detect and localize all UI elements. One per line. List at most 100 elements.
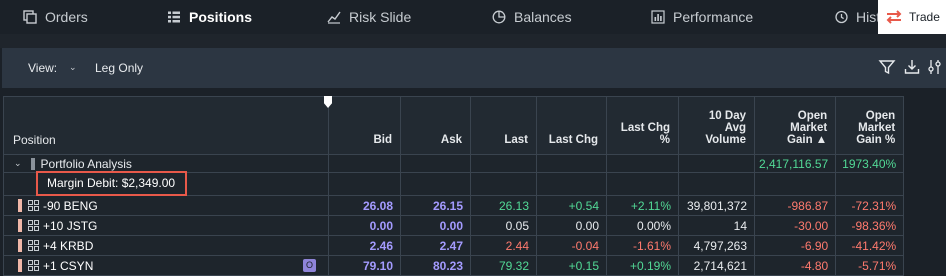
table-row[interactable]: +1 CSYN O 79.10 80.23 79.32 +0.15 +0.19% …	[3, 255, 905, 276]
tab-performance[interactable]: Performance	[651, 0, 753, 34]
tab-balances[interactable]: Balances	[492, 0, 572, 34]
column-settings-icon[interactable]	[927, 58, 943, 76]
view-dropdown-chevron-icon[interactable]: ⌄	[69, 62, 77, 73]
open-gain-pct-cell: -5.71%	[835, 255, 905, 276]
col-header-open-gain-pct[interactable]: Open Market Gain %	[835, 96, 905, 155]
export-download-icon[interactable]	[903, 58, 921, 76]
tab-balances-label: Balances	[514, 9, 572, 25]
ask-cell: 80.23	[400, 255, 471, 276]
table-row[interactable]: +10 JSTG 0.00 0.00 0.05 0.00 0.00% 14 -3…	[3, 215, 905, 236]
performance-chart-icon	[651, 10, 665, 24]
trade-arrows-icon	[886, 10, 902, 24]
leg-grid-icon	[28, 260, 39, 272]
view-select-value[interactable]: Leg Only	[95, 61, 143, 75]
top-nav-bar: Orders Positions Risk Slide Balances Per…	[0, 0, 946, 34]
tab-positions-label: Positions	[189, 9, 253, 25]
header-line: Market	[790, 122, 828, 134]
last-cell: 26.13	[470, 195, 537, 216]
positions-list-icon	[168, 11, 180, 23]
group-open-gain-pct: 1973.40%	[835, 154, 905, 173]
header-line: Gain ▲	[787, 134, 828, 146]
position-color-bar	[18, 259, 22, 273]
group-last-chg-pct-cell	[606, 154, 679, 173]
header-row: Position Bid Ask Last Last Chg Last Chg%…	[3, 96, 905, 155]
tab-orders-label: Orders	[45, 9, 88, 25]
leg-grid-icon	[28, 200, 39, 212]
group-row[interactable]: ⌄ Portfolio Analysis 2,417,116.57 1973.4…	[3, 154, 905, 173]
position-cell[interactable]: +1 CSYN O	[3, 255, 329, 276]
orders-icon	[23, 10, 37, 24]
open-gain-cell: -986.87	[753, 195, 837, 216]
last-chg-pct-cell: 0.00%	[606, 215, 679, 236]
table-row[interactable]: +4 KRBD 2.46 2.47 2.44 -0.04 -1.61% 4,79…	[3, 235, 905, 256]
trade-button[interactable]: Trade	[878, 0, 946, 34]
collapse-chevron-icon[interactable]: ⌄	[14, 158, 22, 169]
bid-cell: 79.10	[328, 255, 401, 276]
filter-icon[interactable]	[878, 58, 896, 76]
position-cell[interactable]: +10 JSTG	[3, 215, 329, 236]
table-row[interactable]: -90 BENG 26.08 26.15 26.13 +0.54 +2.11% …	[3, 195, 905, 216]
position-cell[interactable]: +4 KRBD	[3, 235, 329, 256]
group-bid-cell	[328, 154, 401, 173]
bid-cell: 26.08	[328, 195, 401, 216]
last-chg-cell: -0.04	[536, 235, 607, 256]
header-line: 10 Day	[708, 110, 746, 122]
group-last-chg-cell	[536, 154, 607, 173]
margin-empty-cell	[753, 172, 837, 196]
ask-cell: 2.47	[400, 235, 471, 256]
tab-risk-slide[interactable]: Risk Slide	[327, 0, 411, 34]
open-gain-cell: -6.90	[753, 235, 837, 256]
avg-volume-cell: 2,714,621	[678, 255, 755, 276]
position-color-bar	[18, 199, 22, 213]
margin-empty-cell	[536, 172, 607, 196]
header-line: Open	[797, 110, 828, 122]
header-line: Last Chg	[620, 122, 670, 134]
leg-grid-icon	[28, 220, 39, 232]
col-header-bid[interactable]: Bid	[328, 96, 401, 155]
header-line: %	[659, 134, 670, 146]
col-header-last[interactable]: Last	[470, 96, 537, 155]
bid-cell: 2.46	[328, 235, 401, 256]
avg-volume-cell: 4,797,263	[678, 235, 755, 256]
margin-empty-cell	[678, 172, 755, 196]
positions-toolbar: View: ⌄ Leg Only	[2, 48, 946, 88]
tab-history-label: Hist	[856, 9, 881, 25]
margin-empty-cell	[606, 172, 679, 196]
group-volume-cell	[678, 154, 755, 173]
margin-empty-cell	[400, 172, 471, 196]
last-cell: 2.44	[470, 235, 537, 256]
nav-divider	[0, 34, 946, 48]
last-chg-cell: +0.54	[536, 195, 607, 216]
leg-grid-icon	[28, 240, 39, 252]
group-open-gain: 2,417,116.57	[753, 154, 837, 173]
group-last-cell	[470, 154, 537, 173]
margin-empty-cell	[328, 172, 401, 196]
col-header-last-chg[interactable]: Last Chg	[536, 96, 607, 155]
position-symbol: +10 JSTG	[43, 218, 98, 233]
col-header-ask[interactable]: Ask	[400, 96, 471, 155]
position-color-bar	[18, 219, 22, 233]
group-ask-cell	[400, 154, 471, 173]
open-gain-cell: -30.00	[753, 215, 837, 236]
risk-slide-icon	[327, 11, 341, 24]
position-cell[interactable]: -90 BENG	[3, 195, 329, 216]
tab-positions[interactable]: Positions	[167, 0, 252, 34]
group-cell[interactable]: ⌄ Portfolio Analysis	[3, 154, 329, 173]
col-header-avg-volume[interactable]: 10 Day Avg Volume	[678, 96, 755, 155]
margin-empty-cell	[470, 172, 537, 196]
last-chg-pct-cell: -1.61%	[606, 235, 679, 256]
tab-history[interactable]: Hist	[834, 0, 880, 34]
header-line: Open	[865, 110, 896, 122]
col-header-open-gain[interactable]: Open Market Gain ▲	[753, 96, 837, 155]
avg-volume-cell: 14	[678, 215, 755, 236]
col-header-last-chg-pct[interactable]: Last Chg%	[606, 96, 679, 155]
trade-button-label: Trade	[909, 10, 940, 24]
position-color-bar	[18, 239, 22, 253]
tab-orders[interactable]: Orders	[23, 0, 88, 34]
last-cell: 0.05	[470, 215, 537, 236]
last-chg-cell: 0.00	[536, 215, 607, 236]
bid-cell: 0.00	[328, 215, 401, 236]
last-cell: 79.32	[470, 255, 537, 276]
position-symbol: +4 KRBD	[43, 238, 94, 253]
col-header-position[interactable]: Position	[3, 96, 329, 155]
